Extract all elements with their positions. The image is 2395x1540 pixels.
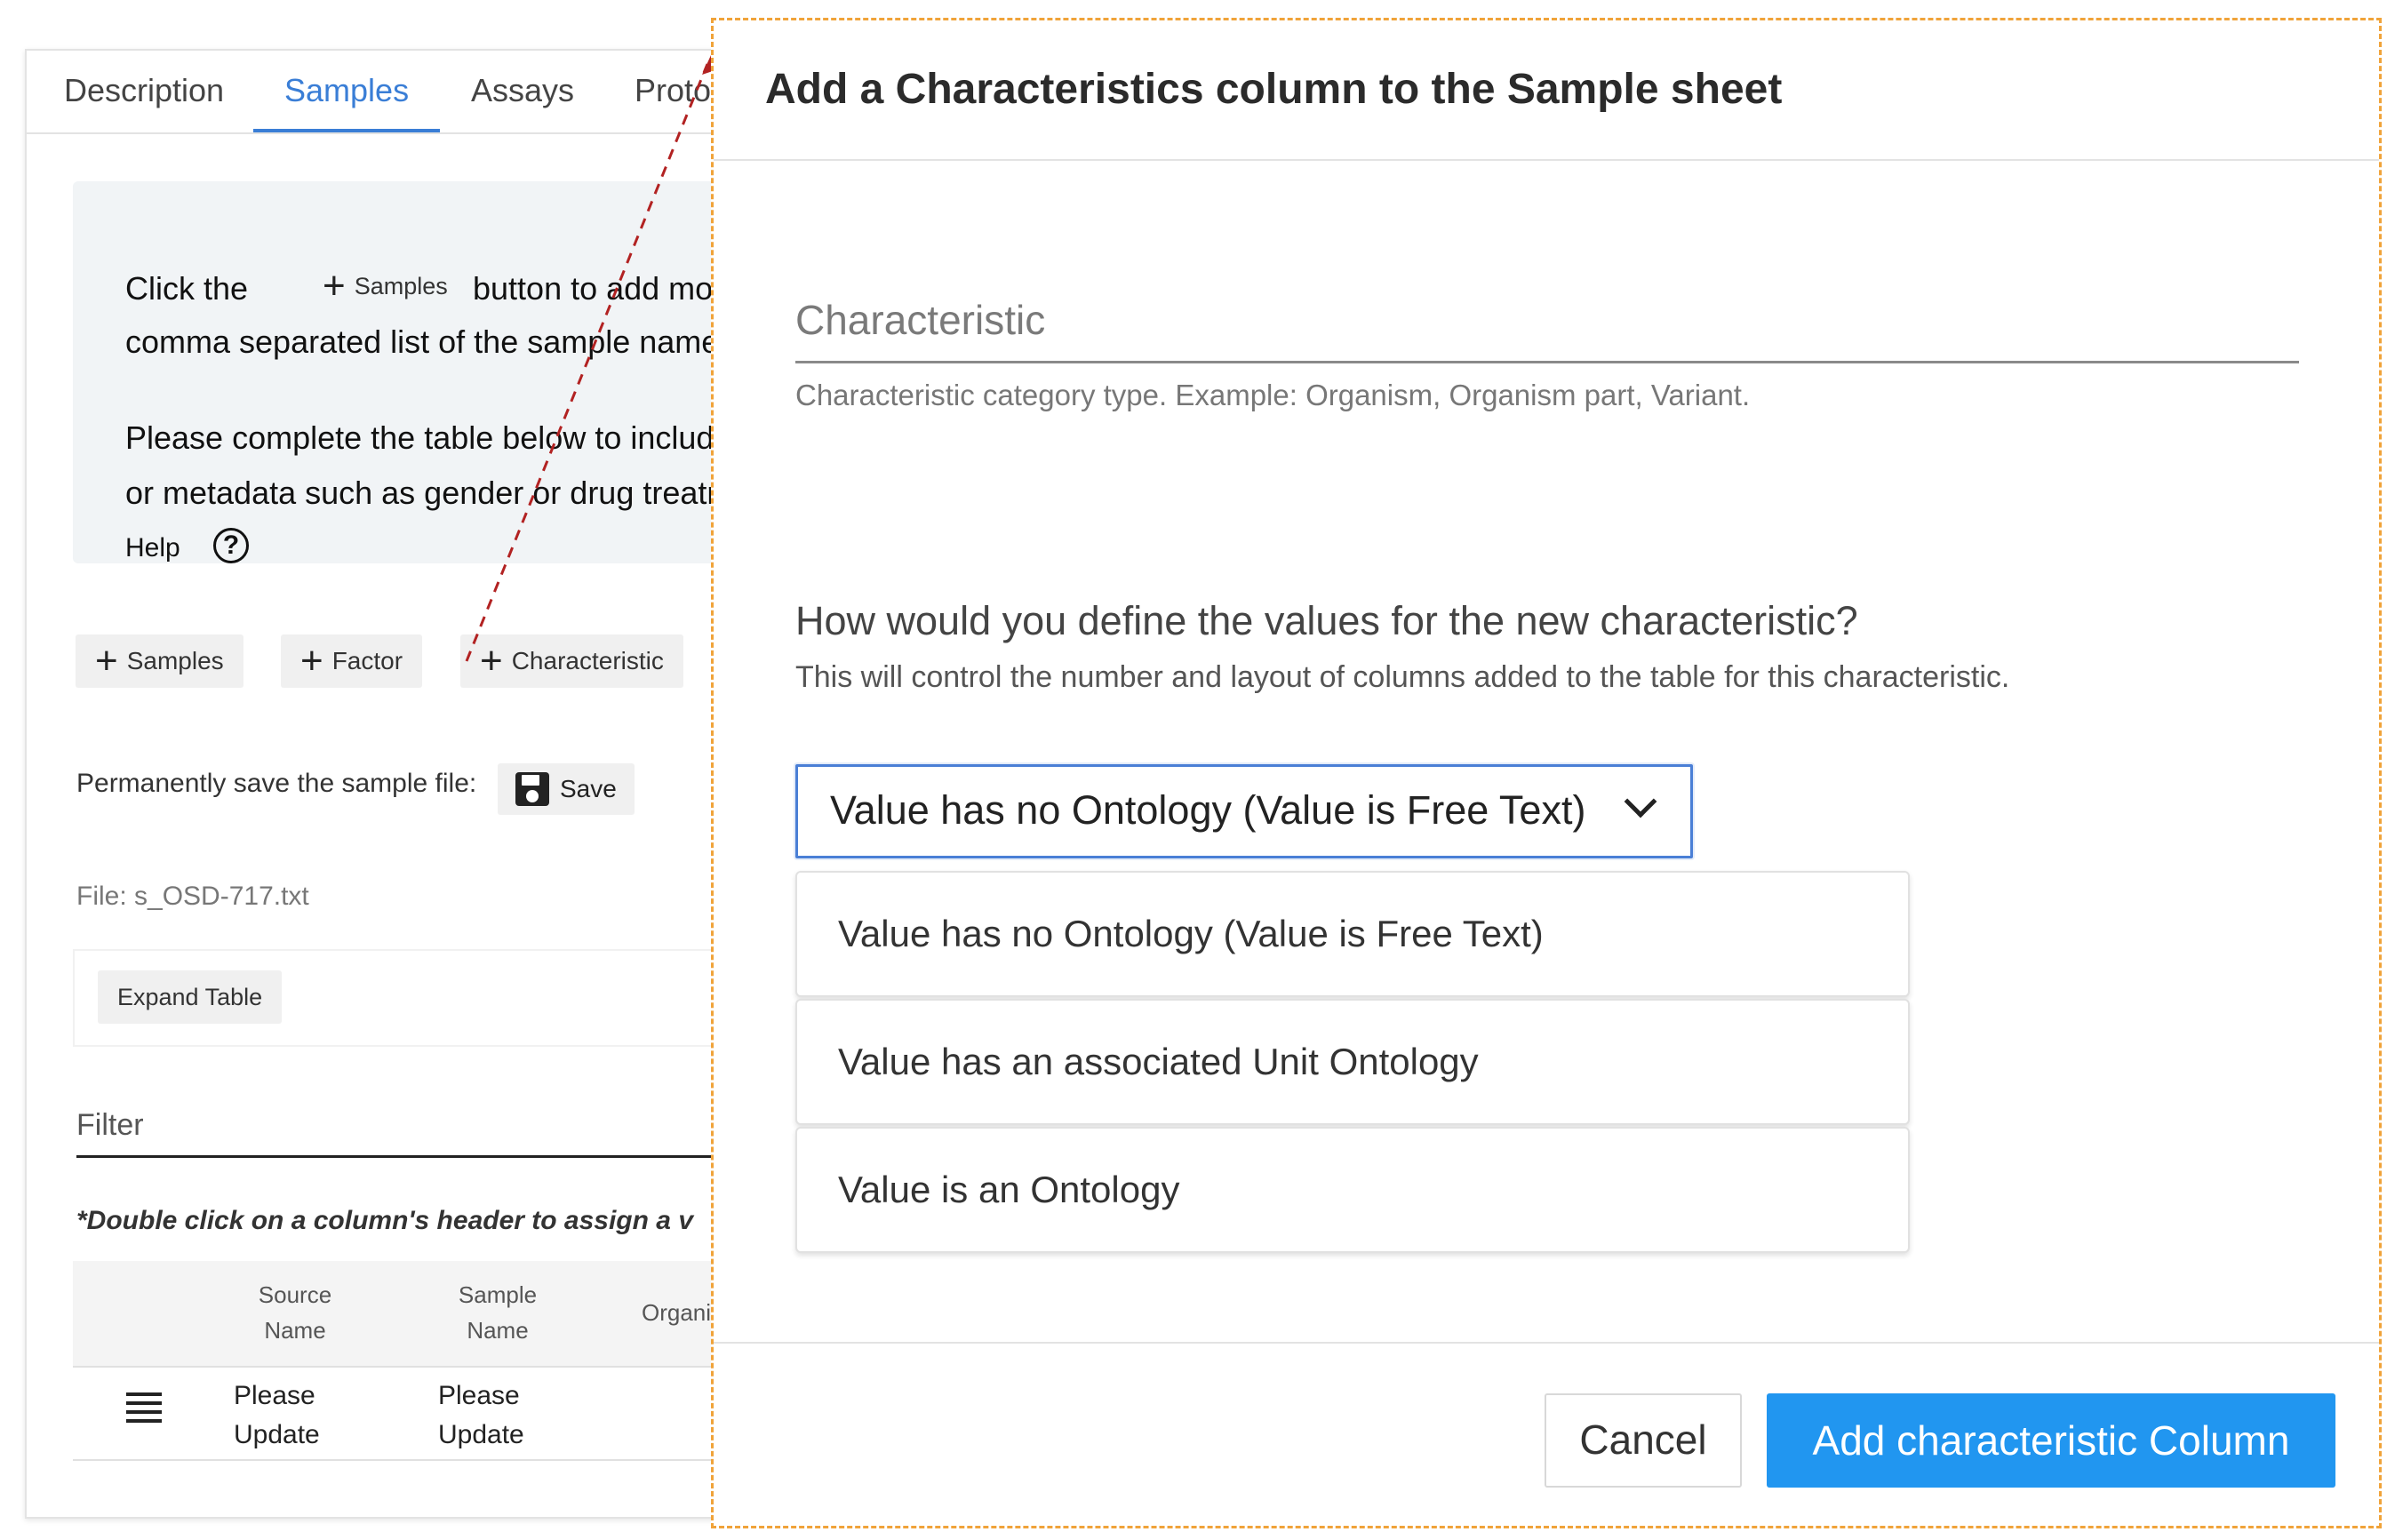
dialog-footer-divider xyxy=(714,1342,2379,1344)
option-free-text[interactable]: Value has no Ontology (Value is Free Tex… xyxy=(795,871,1910,997)
add-characteristic-dialog: Add a Characteristics column to the Samp… xyxy=(711,18,2382,1528)
selected-value: Value has no Ontology (Value is Free Tex… xyxy=(830,787,1586,833)
table-cell-sample-name[interactable]: Please Update xyxy=(438,1376,524,1455)
tab-protocols[interactable]: Proto xyxy=(635,72,711,109)
header-line: Name xyxy=(264,1317,326,1344)
header-line: Organi xyxy=(642,1299,712,1326)
dialog-title: Add a Characteristics column to the Samp… xyxy=(765,66,1783,113)
help-icon[interactable]: ? xyxy=(213,528,249,563)
instruction-line-4: or metadata such as gender or drug treat… xyxy=(125,475,718,511)
value-definition-question: How would you define the values for the … xyxy=(795,598,1858,643)
cell-line: Update xyxy=(438,1420,524,1449)
option-label: Value is an Ontology xyxy=(838,1169,1180,1210)
characteristic-input-underline xyxy=(795,361,2299,363)
instruction-line-2: comma separated list of the sample name xyxy=(125,323,720,360)
chevron-down-icon xyxy=(1624,785,1657,818)
cell-line: Please xyxy=(438,1381,520,1410)
plus-icon: + xyxy=(480,639,503,682)
save-prompt: Permanently save the sample file: xyxy=(76,769,477,798)
add-samples-button[interactable]: + Samples xyxy=(76,634,243,688)
add-characteristic-column-button[interactable]: Add characteristic Column xyxy=(1767,1393,2335,1488)
value-definition-help: This will control the number and layout … xyxy=(795,660,2010,694)
active-tab-indicator xyxy=(253,129,440,132)
option-label: Value has no Ontology (Value is Free Tex… xyxy=(838,913,1544,954)
expand-table-button[interactable]: Expand Table xyxy=(98,970,283,1024)
plus-icon: + xyxy=(323,264,346,307)
plus-icon: + xyxy=(95,639,118,682)
add-factor-label: Factor xyxy=(331,647,403,674)
add-factor-button[interactable]: + Factor xyxy=(281,634,423,688)
save-label: Save xyxy=(560,775,617,802)
characteristic-input[interactable]: Characteristic xyxy=(795,296,1045,344)
option-label: Value has an associated Unit Ontology xyxy=(838,1041,1479,1082)
column-header-source-name[interactable]: Source Name xyxy=(242,1277,348,1348)
instruction-line-1-end: button to add more xyxy=(473,270,742,307)
header-line: Name xyxy=(467,1317,529,1344)
help-label[interactable]: Help xyxy=(125,533,180,563)
table-hint: *Double click on a column's header to as… xyxy=(76,1206,693,1235)
add-characteristic-button[interactable]: + Characteristic xyxy=(460,634,683,688)
filter-input[interactable]: Filter xyxy=(76,1108,144,1143)
instruction-line-3: Please complete the table below to inclu… xyxy=(125,419,715,456)
tab-description[interactable]: Description xyxy=(64,72,224,109)
column-header-sample-name[interactable]: Sample Name xyxy=(444,1277,551,1348)
cancel-button[interactable]: Cancel xyxy=(1545,1393,1742,1488)
save-button[interactable]: Save xyxy=(498,763,635,815)
header-line: Sample xyxy=(458,1281,538,1308)
plus-icon: + xyxy=(300,639,323,682)
characteristic-help-text: Characteristic category type. Example: O… xyxy=(795,379,1751,411)
option-ontology[interactable]: Value is an Ontology xyxy=(795,1127,1910,1253)
table-cell-source-name[interactable]: Please Update xyxy=(234,1376,320,1455)
header-line: Source xyxy=(258,1281,332,1308)
cell-line: Please xyxy=(234,1381,315,1410)
tab-samples[interactable]: Samples xyxy=(284,72,409,109)
add-characteristic-label: Characteristic xyxy=(511,647,664,674)
column-header-organism[interactable]: Organi xyxy=(642,1295,711,1330)
instruction-line-1-start: Click the xyxy=(125,270,249,307)
dialog-header-divider xyxy=(714,159,2379,161)
option-unit-ontology[interactable]: Value has an associated Unit Ontology xyxy=(795,999,1910,1125)
file-name: File: s_OSD-717.txt xyxy=(76,882,309,911)
add-samples-label: Samples xyxy=(126,647,224,674)
floppy-disk-icon xyxy=(515,772,549,806)
cell-line: Update xyxy=(234,1420,320,1449)
inline-samples-button: + Samples xyxy=(323,267,448,306)
tab-assays[interactable]: Assays xyxy=(471,72,574,109)
inline-samples-label: Samples xyxy=(354,272,448,299)
drag-handle-icon[interactable] xyxy=(126,1392,162,1428)
value-type-select[interactable]: Value has no Ontology (Value is Free Tex… xyxy=(795,764,1693,858)
